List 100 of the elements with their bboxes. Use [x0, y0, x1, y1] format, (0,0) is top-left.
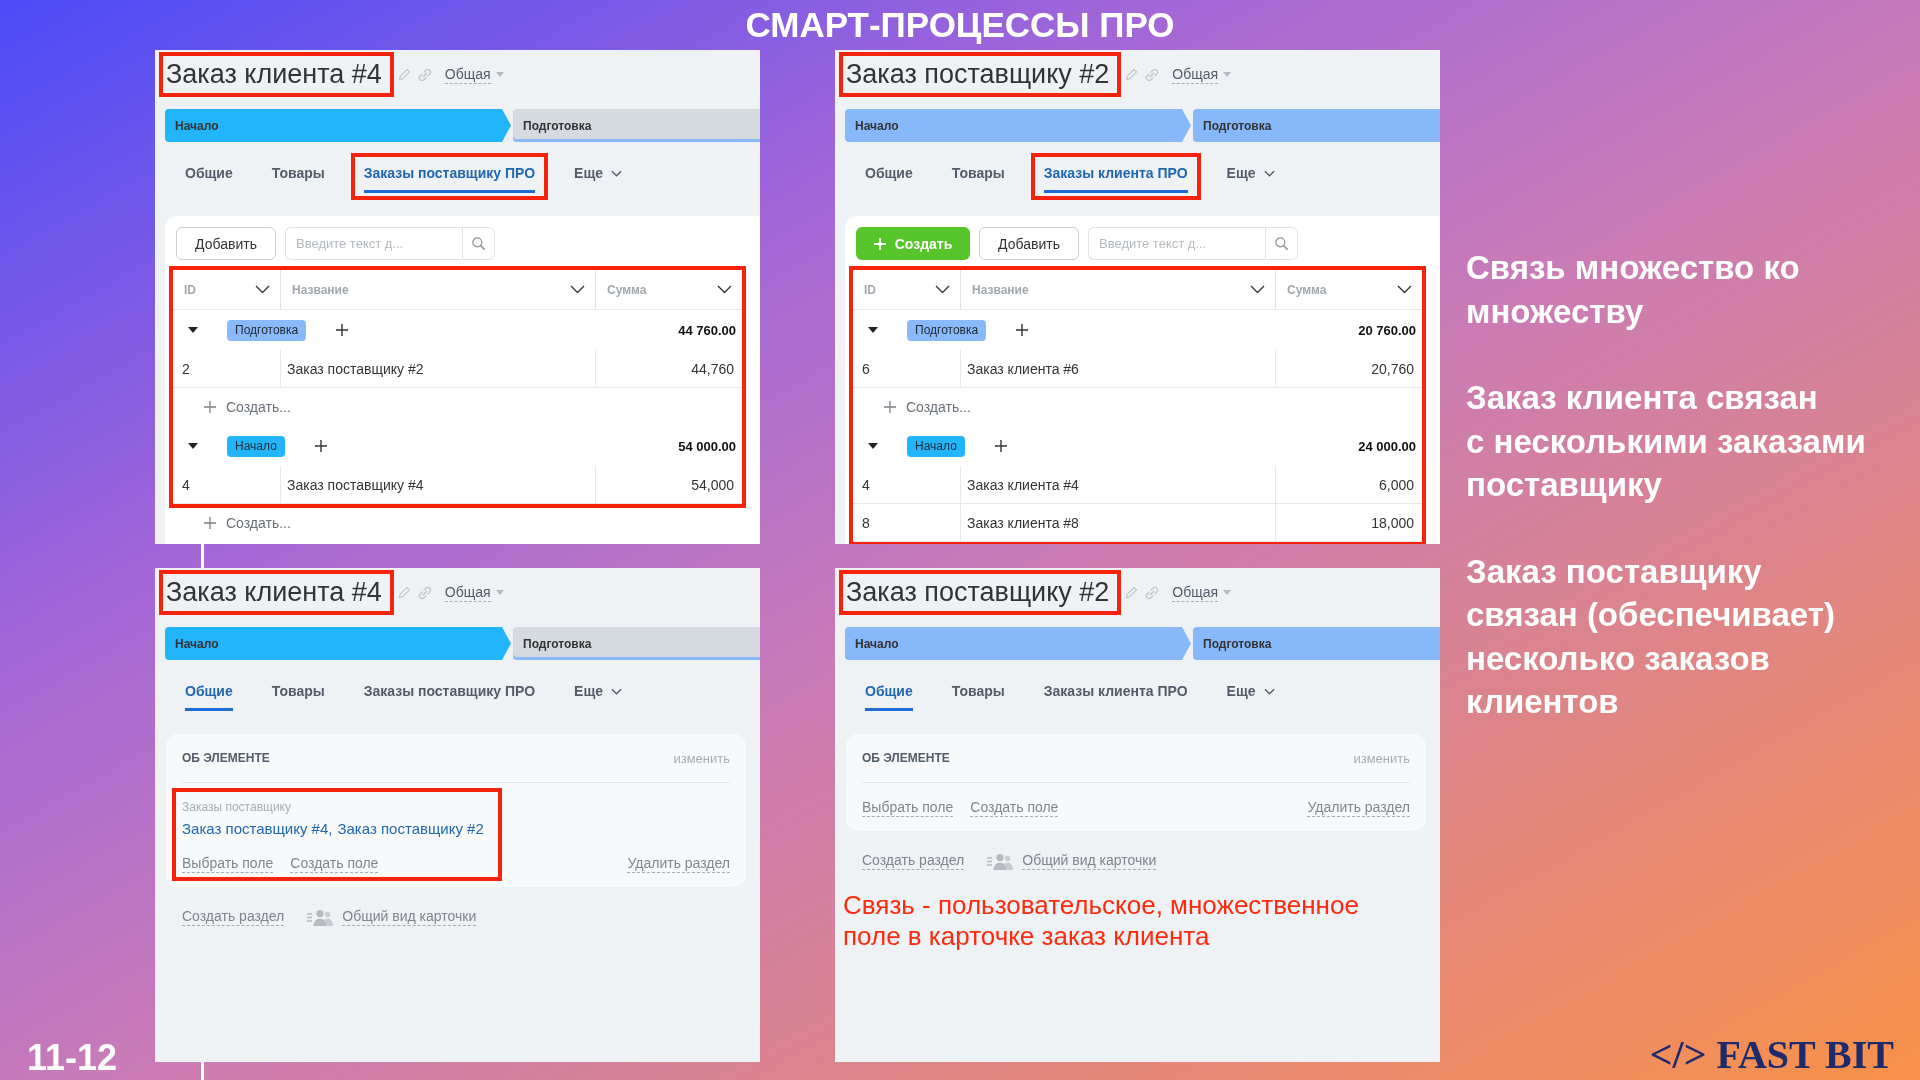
create-section-link[interactable]: Создать раздел: [182, 908, 285, 926]
stage-segment[interactable]: Подготовка: [513, 109, 760, 142]
table-cell: Заказ поставщику #4: [281, 466, 596, 503]
record-link[interactable]: Заказ поставщику #4,: [182, 819, 333, 839]
link-icon[interactable]: [417, 67, 432, 82]
pencil-icon[interactable]: [397, 68, 411, 81]
people-icon[interactable]: [307, 908, 334, 926]
plus-icon[interactable]: [1016, 324, 1029, 336]
search-field[interactable]: Введите текст д...: [285, 227, 462, 260]
caret-icon: [1223, 590, 1232, 595]
stage-segment[interactable]: Начало: [165, 109, 511, 142]
search-button[interactable]: [1265, 227, 1298, 260]
table-cell: Заказ клиента #4: [961, 466, 1276, 503]
create-item-link[interactable]: Создать...: [906, 399, 971, 415]
record-title: Заказ клиента #4: [166, 58, 382, 91]
plus-icon[interactable]: [336, 324, 349, 336]
link-icon[interactable]: [1145, 67, 1160, 82]
expand-triangle-icon[interactable]: [868, 327, 878, 333]
chevron-down-icon: [570, 285, 585, 294]
table-cell-text: 20,760: [1370, 359, 1415, 379]
action-link[interactable]: Выбрать поле: [862, 799, 954, 817]
category-dropdown[interactable]: Общая: [1172, 583, 1232, 602]
tab[interactable]: Заказы поставщику ПРО: [363, 163, 536, 193]
stage-segment[interactable]: Подготовка: [1193, 109, 1440, 142]
action-link[interactable]: Выбрать поле: [182, 855, 274, 873]
logo-text: </> FAST BIT: [1649, 1031, 1894, 1079]
people-icon[interactable]: [987, 852, 1014, 870]
tab[interactable]: Общие: [185, 681, 233, 711]
stage-segment[interactable]: Подготовка: [513, 627, 760, 660]
table-cell-text: 44,760: [690, 359, 735, 379]
stage-badge: Начало: [907, 435, 965, 457]
tab[interactable]: Товары: [271, 681, 325, 711]
note-text: Заказ поставщику связан (обеспечивает) несколько заказов клиентов: [1466, 551, 1836, 722]
table-cell: 4: [173, 466, 281, 503]
delete-section-link[interactable]: Удалить раздел: [627, 855, 730, 873]
tab[interactable]: Товары: [951, 163, 1005, 193]
tab[interactable]: Общие: [185, 163, 233, 193]
category-dropdown[interactable]: Общая: [444, 583, 504, 602]
note-text: Заказ клиента связан с несколькими заказами поставщику: [1466, 378, 1867, 505]
pencil-icon[interactable]: [1125, 68, 1139, 81]
link-icon[interactable]: [417, 585, 432, 600]
search-icon: [472, 237, 485, 250]
add-button[interactable]: Добавить: [979, 227, 1079, 260]
expand-triangle-icon[interactable]: [188, 443, 198, 449]
link-icon[interactable]: [1145, 585, 1160, 600]
tab[interactable]: Заказы клиента ПРО: [1043, 163, 1188, 193]
search-field[interactable]: Введите текст д...: [1088, 227, 1265, 260]
delete-section-link[interactable]: Удалить раздел: [1307, 799, 1410, 817]
plus-icon: [204, 517, 216, 529]
caret-icon: [495, 590, 504, 595]
chevron-down-icon: [611, 169, 622, 177]
chevron-down-icon: [1250, 285, 1265, 294]
pencil-icon[interactable]: [397, 586, 411, 599]
expand-triangle-icon[interactable]: [868, 443, 878, 449]
stage-segment[interactable]: Подготовка: [1193, 627, 1440, 660]
add-button[interactable]: Добавить: [176, 227, 276, 260]
plus-icon[interactable]: [994, 440, 1007, 452]
slide-title: СМАРТ-ПРОЦЕССЫ ПРО: [745, 4, 1175, 46]
tab[interactable]: Товары: [951, 681, 1005, 711]
tab[interactable]: Еще: [574, 163, 622, 193]
category-dropdown[interactable]: Общая: [444, 65, 504, 84]
group-total: 44 760.00: [678, 322, 736, 338]
create-item-link[interactable]: Создать...: [226, 515, 291, 531]
chevron-down-icon: [717, 285, 732, 294]
tab[interactable]: Заказы поставщику ПРО: [363, 681, 536, 711]
tab[interactable]: Общие: [865, 681, 913, 711]
stage-segment[interactable]: Начало: [165, 627, 511, 660]
action-link[interactable]: Создать поле: [290, 855, 379, 873]
create-section-link[interactable]: Создать раздел: [862, 852, 965, 870]
section-title: ОБ ЭЛЕМЕНТЕ: [862, 751, 950, 765]
group-total: 20 760.00: [1358, 322, 1416, 338]
tab[interactable]: Товары: [271, 163, 325, 193]
tab[interactable]: Еще: [1226, 163, 1275, 193]
create-item-link[interactable]: Создать...: [226, 399, 291, 415]
search-button[interactable]: [462, 227, 495, 260]
field-label: Заказы поставщику: [182, 799, 292, 815]
table-cell-text: 54,000: [690, 475, 735, 495]
expand-triangle-icon[interactable]: [188, 327, 198, 333]
stage-segment[interactable]: Начало: [845, 627, 1191, 660]
record-title: Заказ клиента #4: [166, 576, 382, 609]
record-link[interactable]: Заказ поставщику #2: [337, 819, 484, 839]
table-cell: 8: [853, 504, 961, 541]
pencil-icon[interactable]: [1125, 586, 1139, 599]
table-cell: Заказ клиента #6: [961, 350, 1276, 387]
plus-icon: [884, 401, 896, 413]
chevron-down-icon: [611, 687, 622, 695]
card-view-link[interactable]: Общий вид карточки: [342, 908, 477, 926]
tab[interactable]: Еще: [1226, 681, 1275, 711]
tab[interactable]: Общие: [865, 163, 913, 193]
card-view-link[interactable]: Общий вид карточки: [1022, 852, 1157, 870]
tab[interactable]: Еще: [574, 681, 622, 711]
chevron-down-icon: [935, 285, 950, 294]
plus-icon[interactable]: [314, 440, 327, 452]
stage-segment[interactable]: Начало: [845, 109, 1191, 142]
chevron-down-icon: [255, 285, 270, 294]
tab[interactable]: Заказы клиента ПРО: [1043, 681, 1188, 711]
category-dropdown[interactable]: Общая: [1172, 65, 1232, 84]
search-icon: [1275, 237, 1288, 250]
action-link[interactable]: Создать поле: [970, 799, 1059, 817]
table-cell: 2: [173, 350, 281, 387]
